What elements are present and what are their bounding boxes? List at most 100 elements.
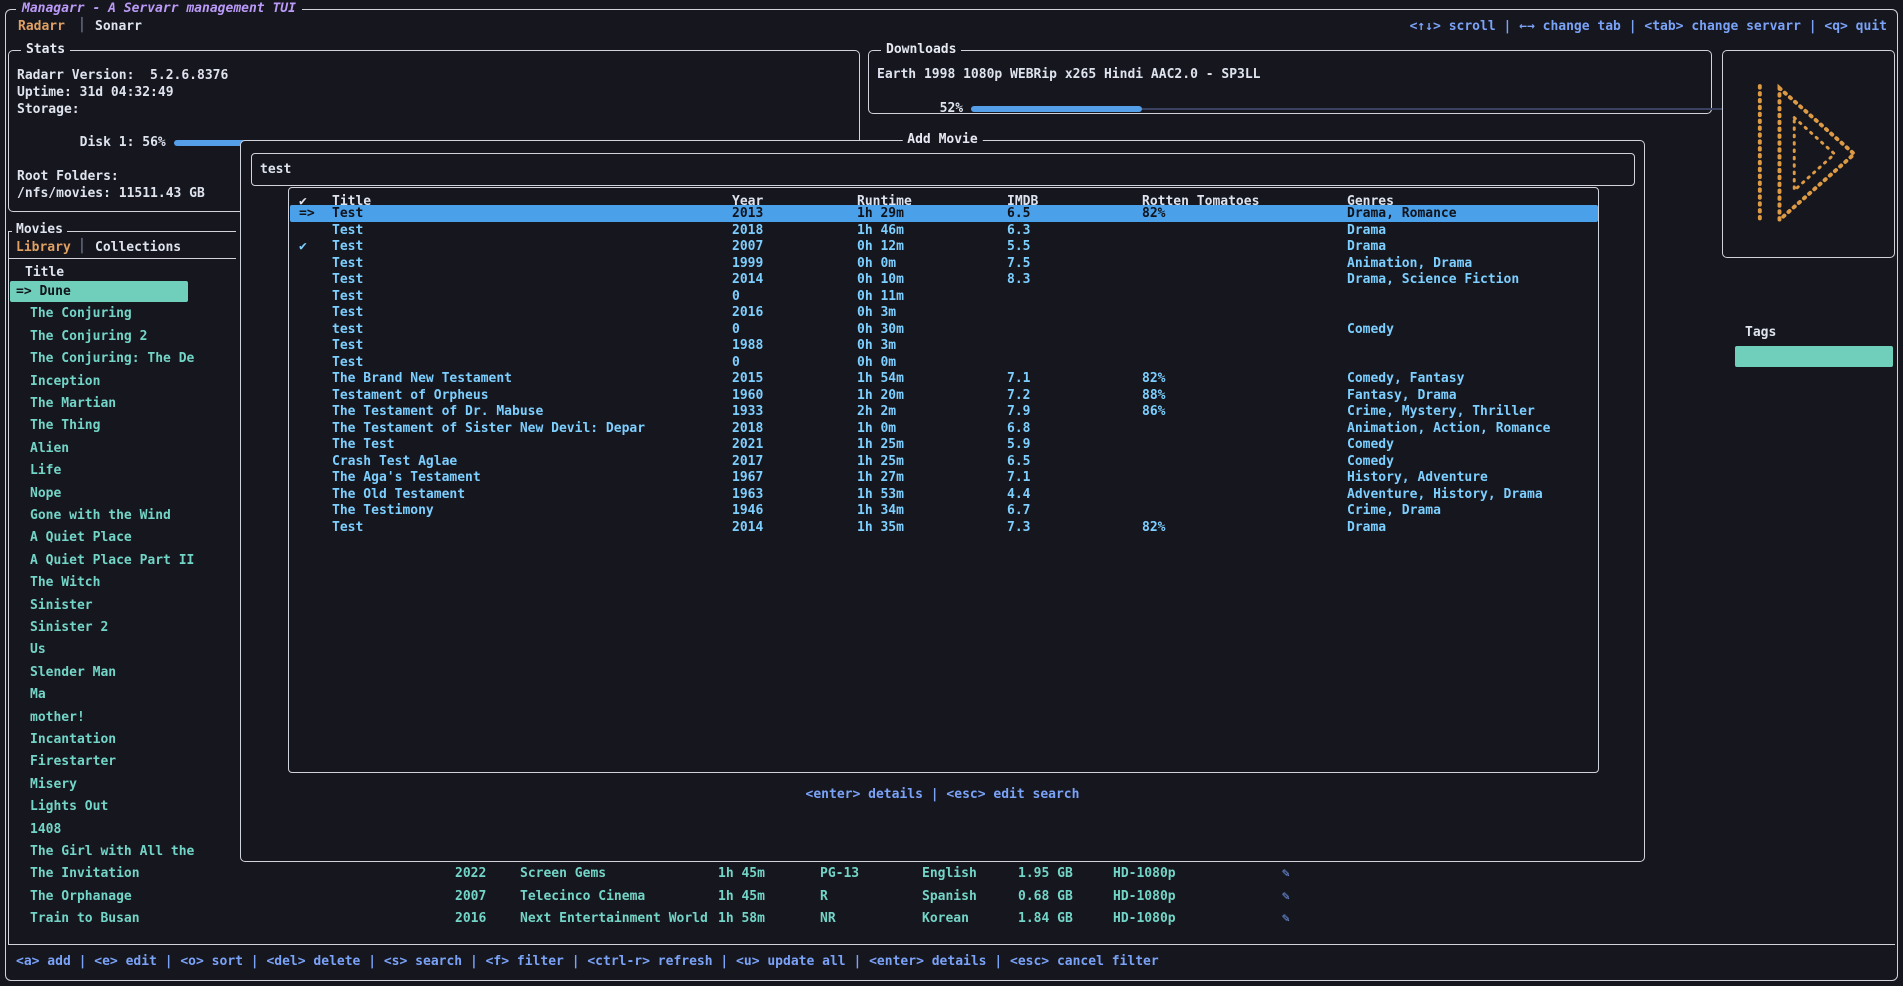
add-movie-result-row[interactable]: The Testimony19461h 34m6.7Crime, Drama: [290, 502, 1598, 519]
tab-sonarr[interactable]: Sonarr: [95, 19, 142, 34]
monitored-pencil-icon: ✎: [1282, 863, 1290, 884]
movie-title: The Witch: [30, 572, 100, 593]
add-movie-result-row[interactable]: Test20160h 3m: [290, 304, 1598, 321]
result-cell-rotten_tomatoes: 82%: [1142, 370, 1165, 387]
library-row[interactable]: Train to Busan2016Next Entertainment Wor…: [8, 908, 1892, 929]
add-movie-result-row[interactable]: The Aga's Testament19671h 27m7.1History,…: [290, 469, 1598, 486]
result-cell-imdb: 6.8: [1007, 420, 1030, 437]
add-movie-result-row[interactable]: Test20140h 10m8.3Drama, Science Fiction: [290, 271, 1598, 288]
add-movie-result-row[interactable]: The Test20211h 25m5.9Comedy: [290, 436, 1598, 453]
logo-panel: [1722, 50, 1895, 258]
download-progress-row: 52%: [877, 83, 1749, 134]
library-row[interactable]: The Orphanage2007Telecinco Cinema1h 45mR…: [8, 886, 1892, 907]
library-cell-studio: Telecinco Cinema: [520, 886, 645, 907]
result-cell-title: Testament of Orpheus: [332, 387, 489, 404]
result-cell-title: Test: [332, 222, 363, 239]
add-movie-result-row[interactable]: The Old Testament19631h 53m4.4Adventure,…: [290, 486, 1598, 503]
tab-library[interactable]: Library: [16, 240, 71, 255]
library-cell-language: English: [922, 863, 977, 884]
movie-title: The Martian: [30, 393, 116, 414]
movie-title: 1408: [30, 819, 61, 840]
top-keybinds-help: <↑↓> scroll | ←→ change tab | <tab> chan…: [1410, 19, 1887, 34]
add-movie-result-row[interactable]: Test20181h 46m6.3Drama: [290, 222, 1598, 239]
download-progress-gauge: [971, 105, 1749, 113]
add-movie-result-row[interactable]: test00h 30mComedy: [290, 321, 1598, 338]
result-cell-title: Test: [332, 337, 363, 354]
movie-title: Slender Man: [30, 662, 116, 683]
result-cell-genres: Comedy: [1347, 453, 1394, 470]
add-movie-result-row[interactable]: =>Test20131h 29m6.582%Drama, Romance: [290, 205, 1598, 222]
result-cell-year: 0: [732, 354, 740, 371]
result-cell-runtime: 1h 25m: [857, 436, 904, 453]
result-cell-imdb: 7.5: [1007, 255, 1030, 272]
tab-radarr[interactable]: Radarr: [18, 19, 65, 34]
add-movie-result-row[interactable]: The Testament of Sister New Devil: Depar…: [290, 420, 1598, 437]
add-movie-result-row[interactable]: Test00h 11m: [290, 288, 1598, 305]
managarr-screen: Managarr - A Servarr management TUI Rada…: [0, 0, 1903, 986]
add-movie-result-row[interactable]: Test19990h 0m7.5Animation, Drama: [290, 255, 1598, 272]
add-movie-result-row[interactable]: The Testament of Dr. Mabuse19332h 2m7.98…: [290, 403, 1598, 420]
result-cell-title: The Testament of Dr. Mabuse: [332, 403, 543, 420]
result-cell-runtime: 1h 34m: [857, 502, 904, 519]
result-cell-genres: Crime, Drama: [1347, 502, 1441, 519]
tags-column-header: Tags: [1745, 325, 1776, 340]
add-movie-result-row[interactable]: Testament of Orpheus19601h 20m7.288%Fant…: [290, 387, 1598, 404]
result-cell-year: 1988: [732, 337, 763, 354]
result-cell-year: 1963: [732, 486, 763, 503]
result-cell-title: Test: [332, 255, 363, 272]
download-item-title: Earth 1998 1080p WEBRip x265 Hindi AAC2.…: [877, 66, 1749, 83]
add-movie-result-row[interactable]: ✔Test20070h 12m5.5Drama: [290, 238, 1598, 255]
library-cell-year: 2022: [455, 863, 486, 884]
result-cell-year: 2014: [732, 519, 763, 536]
result-cell-year: 2007: [732, 238, 763, 255]
library-cell-language: Spanish: [922, 886, 977, 907]
tab-collections[interactable]: Collections: [95, 240, 181, 255]
result-cell-genres: Crime, Mystery, Thriller: [1347, 403, 1535, 420]
library-tab-divider: │: [78, 239, 86, 254]
add-movie-result-row[interactable]: Test20141h 35m7.382%Drama: [290, 519, 1598, 536]
result-cell-genres: Drama: [1347, 222, 1386, 239]
result-cell-title: The Test: [332, 436, 395, 453]
library-cell-language: Korean: [922, 908, 969, 929]
result-cell-title: Test: [332, 238, 363, 255]
storage-label: Storage:: [17, 102, 404, 119]
library-cell-runtime: 1h 45m: [718, 863, 765, 884]
add-movie-result-row[interactable]: The Brand New Testament20151h 54m7.182%C…: [290, 370, 1598, 387]
stats-panel-title: Stats: [21, 42, 70, 57]
add-movie-result-row[interactable]: Test19880h 3m: [290, 337, 1598, 354]
movie-title: The Conjuring 2: [30, 326, 147, 347]
movie-title: The Conjuring: The De: [30, 348, 194, 369]
movie-search-box: [251, 153, 1635, 186]
result-cell-title: The Brand New Testament: [332, 370, 512, 387]
result-cell-title: The Aga's Testament: [332, 469, 481, 486]
result-cell-year: 2015: [732, 370, 763, 387]
downloads-panel: Downloads Earth 1998 1080p WEBRip x265 H…: [868, 50, 1712, 114]
result-cell-year: 1967: [732, 469, 763, 486]
movie-search-input[interactable]: [260, 162, 1634, 177]
library-row[interactable]: The Invitation2022Screen Gems1h 45mPG-13…: [8, 863, 1892, 884]
movie-title: Incantation: [30, 729, 116, 750]
add-movie-result-row[interactable]: Crash Test Aglae20171h 25m6.5Comedy: [290, 453, 1598, 470]
result-cell-runtime: 1h 46m: [857, 222, 904, 239]
library-cell-studio: Next Entertainment World: [520, 908, 708, 929]
add-movie-result-row[interactable]: Test00h 0m: [290, 354, 1598, 371]
result-cell-genres: Adventure, History, Drama: [1347, 486, 1543, 503]
movie-title: Lights Out: [30, 796, 108, 817]
search-results-table: ✔TitleYearRuntimeIMDBRotten TomatoesGenr…: [288, 187, 1599, 773]
result-cell-imdb: 7.9: [1007, 403, 1030, 420]
tags-selected-row-highlight[interactable]: [1735, 346, 1893, 367]
library-cell-quality: HD-1080p: [1113, 886, 1176, 907]
movie-title: The Orphanage: [30, 886, 132, 907]
result-cell-imdb: 6.7: [1007, 502, 1030, 519]
result-cell-year: 2017: [732, 453, 763, 470]
library-cell-runtime: 1h 58m: [718, 908, 765, 929]
movie-title: The Thing: [30, 415, 100, 436]
result-cell-rotten_tomatoes: 82%: [1142, 205, 1165, 222]
downloads-panel-title: Downloads: [881, 42, 961, 57]
result-cell-genres: Fantasy, Drama: [1347, 387, 1457, 404]
add-movie-popup: Add Movie ✔TitleYearRuntimeIMDBRotten To…: [240, 140, 1645, 862]
result-cell-genres: Animation, Drama: [1347, 255, 1472, 272]
movie-title: Gone with the Wind: [30, 505, 171, 526]
result-cell-imdb: 5.9: [1007, 436, 1030, 453]
result-cell-year: 1960: [732, 387, 763, 404]
